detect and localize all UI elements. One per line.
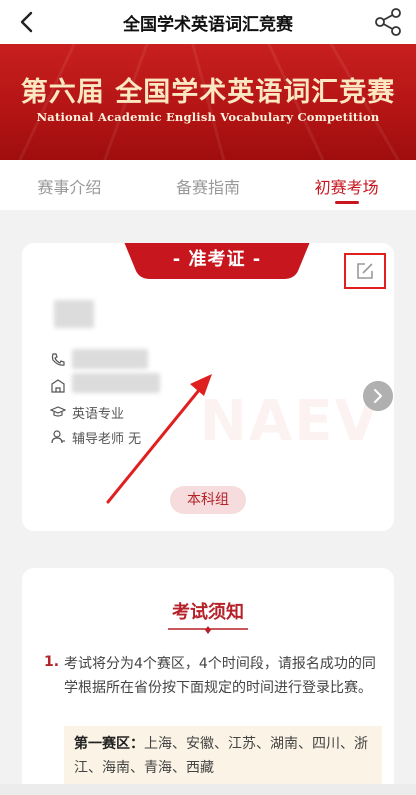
bottom-edge [0, 784, 416, 795]
ticket-label: - 准考证 - [172, 249, 262, 270]
graduation-cap-icon [50, 406, 66, 417]
zone-label: 第一赛区： [74, 736, 144, 752]
competition-banner: 第六届 全国学术英语词汇竞赛 National Academic English… [0, 44, 416, 160]
tab-event-intro[interactable]: 赛事介绍 [0, 160, 139, 210]
school-icon [51, 379, 65, 393]
tab-preliminary-exam[interactable]: 初赛考场 [277, 160, 416, 210]
blurred-phone [72, 349, 148, 369]
exam-notice-card: 考试须知 1. 考试将分为4个赛区，4个时间段，请报名成功的同学根据所在省份按下… [22, 568, 394, 795]
edit-highlight-box[interactable] [344, 253, 386, 289]
banner-title: 第六届 全国学术英语词汇竞赛 [20, 77, 396, 108]
notice-title: 考试须知 [172, 602, 244, 623]
notice-item-text: 考试将分为4个赛区，4个时间段，请报名成功的同学根据所在省份按下面规定的时间进行… [64, 656, 376, 696]
banner-subtitle: National Academic English Vocabulary Com… [36, 110, 380, 124]
page-title: 全国学术英语词汇竞赛 [123, 15, 293, 35]
title-underline-decoration [168, 626, 248, 634]
notice-item-number: 1. [44, 654, 60, 670]
share-icon[interactable] [372, 6, 404, 38]
blurred-name [54, 300, 94, 328]
teacher-icon [51, 430, 65, 444]
tab-bar: 赛事介绍 备赛指南 初赛考场 [0, 160, 416, 210]
next-ticket-button[interactable] [363, 381, 393, 411]
phone-icon [51, 353, 65, 366]
annotation-arrow-icon [106, 374, 212, 504]
top-bar: 全国学术英语词汇竞赛 [0, 0, 416, 44]
zone-info-box: 第一赛区：上海、安徽、江苏、湖南、四川、浙江、海南、青海、西藏 [64, 726, 382, 786]
edit-icon[interactable] [355, 261, 375, 281]
tab-prep-guide[interactable]: 备赛指南 [139, 160, 278, 210]
